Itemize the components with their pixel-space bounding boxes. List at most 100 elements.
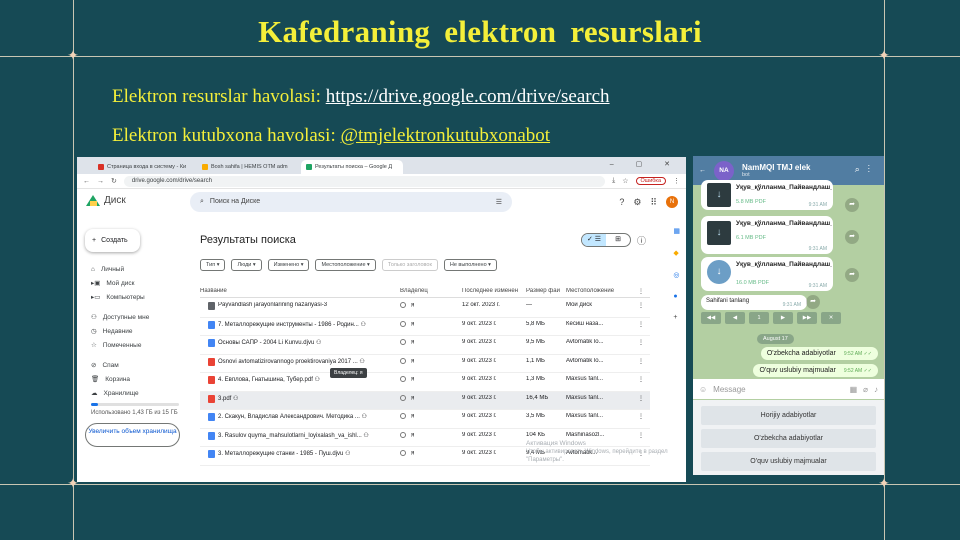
- filter-people[interactable]: Люди ▾: [231, 259, 262, 271]
- drive-link[interactable]: https://drive.google.com/drive/search: [326, 86, 610, 107]
- col-modified[interactable]: Последнее изменен: [462, 288, 522, 294]
- url-field[interactable]: drive.google.com/drive/search: [123, 175, 606, 187]
- close-pages-button[interactable]: ✕: [821, 312, 841, 324]
- browser-tab-active[interactable]: Результаты поиска – Google Д: [301, 160, 403, 174]
- download-icon[interactable]: ⤓: [612, 177, 615, 185]
- browser-tab[interactable]: Страница входа в систему - Ки: [93, 160, 195, 174]
- download-icon[interactable]: ↓: [707, 260, 731, 284]
- buy-storage-button[interactable]: Увеличить объем хранилища: [85, 423, 180, 447]
- table-row[interactable]: Основы САПР - 2004 Li Kunvu.djvu ⚇ я 9 окт…: [200, 336, 650, 355]
- col-name[interactable]: Название: [200, 288, 388, 294]
- drive-search-input[interactable]: ⌕ Поиск на Диске ☰: [190, 192, 512, 212]
- sidebar-item-spam[interactable]: ⊘ Спам: [85, 358, 185, 372]
- sidebar-item-storage[interactable]: ☁ Хранилище: [85, 386, 185, 400]
- bot-title-block[interactable]: NamMQI TMJ elek bot: [742, 163, 810, 178]
- row-more-icon[interactable]: ⋮: [638, 358, 648, 365]
- keep-icon[interactable]: ◆: [673, 249, 680, 257]
- keyboard-button[interactable]: Horijiy adabiyotlar: [701, 406, 876, 425]
- table-row[interactable]: 2. Скакун, Владислав Александрович. Мето…: [200, 410, 650, 429]
- last-page-button[interactable]: ▶▶: [797, 312, 817, 324]
- emoji-icon[interactable]: ☺: [699, 385, 707, 394]
- forward-icon[interactable]: ➦: [845, 268, 859, 282]
- info-icon[interactable]: ⓘ: [637, 234, 646, 247]
- filter-title-only[interactable]: Только заголовок: [381, 259, 438, 271]
- filter-status[interactable]: Не выполнено ▾: [443, 259, 497, 271]
- message-input[interactable]: ☺ Message ▦ ⌀ ♪: [693, 379, 884, 399]
- window-controls[interactable]: – ▢ ✕: [610, 160, 680, 168]
- sidebar-item-shared[interactable]: ⚇ Доступные мне: [85, 310, 185, 324]
- row-more-icon[interactable]: ⋮: [638, 395, 648, 402]
- sidebar-item-trash[interactable]: 🗑 Корзина: [85, 372, 185, 386]
- attach-icon[interactable]: ⌀: [863, 385, 868, 394]
- bot-link[interactable]: @tmjelektronkutubxonabot: [340, 125, 550, 146]
- col-owner[interactable]: Владелец: [400, 288, 455, 294]
- browser-tab[interactable]: Bosh sahifa | HEMIS OTM adm: [197, 160, 299, 174]
- forward-icon[interactable]: ➦: [845, 230, 859, 244]
- page-number-button[interactable]: 1: [749, 312, 769, 324]
- star-icon[interactable]: ☆: [622, 177, 628, 185]
- row-more-icon[interactable]: ⋮: [638, 321, 648, 328]
- reload-icon[interactable]: ↻: [111, 177, 117, 185]
- sidebar-item-starred[interactable]: ☆ Помеченные: [85, 338, 185, 352]
- file-message[interactable]: ↓ Ўқув_қўлланма_Пайвандлаш_иши... 6.1 MB…: [701, 216, 833, 254]
- bot-avatar[interactable]: NA: [714, 160, 734, 181]
- menu-icon[interactable]: ⋮: [868, 164, 878, 174]
- table-row[interactable]: 4. Евплова, Гнатышина, Тубер.pdf ⚇ я 9 окт…: [200, 373, 650, 392]
- forward-icon[interactable]: →: [97, 178, 104, 185]
- row-more-icon[interactable]: ⋮: [638, 432, 648, 439]
- view-toggle[interactable]: ✓ ☰ ⊞: [581, 233, 631, 247]
- list-view-icon[interactable]: ✓ ☰: [582, 234, 606, 246]
- add-icon[interactable]: +: [673, 314, 680, 321]
- mic-icon[interactable]: ♪: [874, 385, 878, 394]
- sidebar-item-computers[interactable]: ▸▭ Компьютеры: [85, 290, 185, 304]
- avatar[interactable]: N: [666, 196, 678, 208]
- filter-location[interactable]: Местоположение ▾: [315, 259, 376, 271]
- sidebar-item-my-drive[interactable]: ▸▣ Мой диск: [85, 276, 185, 290]
- search-icon[interactable]: ⌕: [855, 164, 868, 174]
- row-more-icon[interactable]: ⋮: [638, 302, 648, 309]
- contacts-icon[interactable]: ●: [673, 293, 680, 300]
- row-more-icon[interactable]: ⋮: [638, 376, 648, 383]
- filter-type[interactable]: Тип ▾: [200, 259, 226, 271]
- outgoing-message[interactable]: O'zbekcha adabiyotlar 9:52 AM ✓✓: [760, 347, 878, 360]
- row-more-icon[interactable]: ⋮: [638, 339, 648, 346]
- forward-icon[interactable]: ➦: [845, 198, 859, 212]
- keyboard-button[interactable]: O'quv uslubiy majmualar: [701, 452, 876, 471]
- grid-view-icon[interactable]: ⊞: [606, 234, 630, 246]
- keyboard-icon[interactable]: ▦: [850, 385, 858, 394]
- col-size[interactable]: Размер фай: [526, 288, 564, 294]
- download-icon[interactable]: ↓: [707, 221, 731, 245]
- filter-modified[interactable]: Изменено ▾: [267, 259, 310, 271]
- file-message[interactable]: ↓ Ўқув_қўлланма_Пайвандлаш_бир... 5.8 MB…: [701, 180, 833, 210]
- back-icon[interactable]: ←: [83, 178, 90, 185]
- row-more-icon[interactable]: ⋮: [638, 413, 648, 420]
- table-row[interactable]: Osnovi avtomatizirovannogo proektirovani…: [200, 355, 650, 373]
- drive-logo[interactable]: Диск: [86, 195, 126, 206]
- file-message[interactable]: ↓ Ўқув_қўлланма_Пайвандлаш_иши_асосла...…: [701, 257, 833, 291]
- apps-icon[interactable]: ⠿: [650, 197, 657, 208]
- help-icon[interactable]: ?: [619, 197, 624, 207]
- first-page-button[interactable]: ◀◀: [701, 312, 721, 324]
- prev-page-button[interactable]: ◀: [725, 312, 745, 324]
- sidebar-item-home[interactable]: ⌂ Личный: [85, 262, 185, 276]
- outgoing-message[interactable]: O'quv uslubiy majmualar 9:52 AM ✓✓: [753, 364, 878, 377]
- table-row[interactable]: 3.pdf ⚇ я 9 окт. 2023 г. 16,4 МБ Maxsus fanl…: [200, 391, 650, 410]
- file-name: Основы САПР - 2004 Li Kunvu.djvu ⚇: [218, 340, 322, 346]
- back-arrow-icon[interactable]: ←: [699, 167, 706, 174]
- new-button[interactable]: + Создать: [85, 229, 140, 252]
- download-icon[interactable]: ↓: [707, 183, 731, 207]
- sidebar-item-recent[interactable]: ◷ Недавние: [85, 324, 185, 338]
- gear-icon[interactable]: ⚙: [633, 197, 641, 208]
- error-badge[interactable]: Ошибка: [635, 177, 666, 185]
- keyboard-button[interactable]: O'zbekcha adabiyotlar: [701, 429, 876, 448]
- next-page-button[interactable]: ▶: [773, 312, 793, 324]
- menu-icon[interactable]: ⋮: [673, 177, 680, 185]
- col-location[interactable]: Местоположение: [566, 288, 626, 294]
- table-row[interactable]: Payvandlash jarayonlarining nazariyasi-3…: [200, 299, 650, 318]
- filter-icon[interactable]: ☰: [496, 198, 502, 206]
- tasks-icon[interactable]: ◎: [673, 271, 680, 279]
- calendar-icon[interactable]: ▦: [673, 227, 680, 235]
- more-icon[interactable]: ⋮: [638, 288, 648, 295]
- table-row[interactable]: 7. Металлорежущие инструменты - 1986 - Р…: [200, 318, 650, 336]
- forward-icon[interactable]: ➦: [806, 295, 820, 309]
